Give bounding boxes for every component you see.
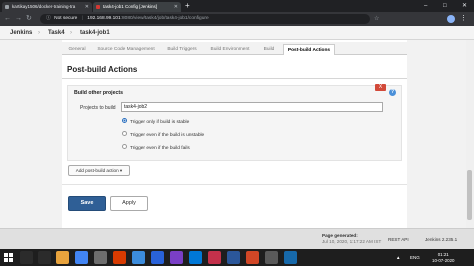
form-divider [62, 184, 407, 185]
minimize-button[interactable]: – [424, 0, 427, 12]
tab-post-build-actions[interactable]: Post-build Actions [283, 44, 335, 55]
page-generated-info: Page generated: Jul 10, 2020, 1:17:22 AM… [322, 233, 381, 245]
help-icon[interactable]: ? [389, 89, 396, 96]
word-icon[interactable] [227, 251, 240, 264]
browser-tab-title: task4-job1 Config [Jenkins] [103, 4, 158, 9]
maximize-button[interactable]: □ [443, 0, 447, 12]
page-scrollbar[interactable] [466, 40, 474, 228]
breadcrumb: Jenkins › Task4 › task4-job1 [0, 26, 474, 40]
remove-action-button[interactable]: X [375, 84, 386, 91]
vscode-icon[interactable] [189, 251, 202, 264]
browser-tab-strip: kartikay1506/docker-training-tra ✕ task4… [0, 0, 474, 12]
radio-trigger-fails[interactable]: Trigger even if the build fails [122, 144, 190, 153]
jenkins-favicon-icon [96, 5, 100, 9]
chrome-icon[interactable] [75, 251, 88, 264]
powerpoint-icon[interactable] [208, 251, 221, 264]
network-icon[interactable]: ▲ [396, 249, 400, 266]
section-divider [62, 78, 407, 79]
address-path: :8080/view/task4/job/task4-job1/configur… [120, 16, 209, 21]
address-host: 192.168.99.101 [87, 16, 121, 21]
virtualbox-icon[interactable] [284, 251, 297, 264]
tab-source-code-management[interactable]: Source Code Management [92, 44, 160, 55]
windows-start-icon[interactable] [4, 253, 13, 262]
tab-build-triggers[interactable]: Build Triggers [162, 44, 202, 55]
task-view-icon[interactable] [38, 251, 51, 264]
radio-trigger-unstable[interactable]: Trigger even if the build is unstable [122, 131, 205, 140]
system-clock[interactable]: 01:21 10-07-2020 [432, 252, 454, 264]
browser-tab-github[interactable]: kartikay1506/docker-training-tra ✕ [2, 2, 92, 12]
close-tab-icon[interactable]: ✕ [85, 2, 89, 12]
radio-button-checked[interactable] [122, 118, 127, 124]
photos-icon[interactable] [151, 251, 164, 264]
close-tab-icon[interactable]: ✕ [174, 2, 178, 12]
jenkins-footer: Page generated: Jul 10, 2020, 1:17:22 AM… [0, 228, 474, 249]
profile-avatar[interactable] [447, 15, 455, 23]
office-icon[interactable] [113, 251, 126, 264]
browser-toolbar: ← → ↻ ⓘ Not secure | 192.168.99.101:8080… [0, 12, 474, 26]
page-generated-time: Jul 10, 2020, 1:17:22 AM IST [322, 239, 382, 244]
mail-icon[interactable] [132, 251, 145, 264]
github-favicon-icon [5, 5, 9, 9]
scrollbar-thumb[interactable] [467, 170, 472, 220]
address-separator: | [81, 16, 83, 21]
radio-label: Trigger even if the build is unstable [130, 133, 205, 138]
windows-taskbar: ▲ ENG 01:21 10-07-2020 [0, 249, 474, 266]
info-icon: ⓘ [46, 16, 51, 21]
save-button[interactable]: Save [68, 196, 106, 211]
breadcrumb-task4-job1[interactable]: task4-job1 [80, 26, 110, 40]
breadcrumb-jenkins[interactable]: Jenkins [10, 26, 32, 40]
browser-menu-icon[interactable]: ⋮ [460, 12, 467, 26]
rest-api-link[interactable]: REST API [388, 237, 409, 242]
jenkins-page: General Source Code Management Build Tri… [0, 40, 474, 228]
config-form: General Source Code Management Build Tri… [62, 40, 407, 228]
build-other-projects-panel [67, 85, 402, 161]
action-title: Build other projects [74, 90, 123, 96]
projects-to-build-input[interactable] [121, 102, 383, 112]
file-explorer-icon[interactable] [56, 251, 69, 264]
bookmark-star-icon[interactable]: ☆ [374, 12, 379, 26]
radio-button[interactable] [122, 144, 127, 150]
tab-general[interactable]: General [64, 44, 90, 55]
onenote-icon[interactable] [170, 251, 183, 264]
radio-button[interactable] [122, 131, 127, 137]
address-bar[interactable]: ⓘ Not secure | 192.168.99.101:8080/view/… [40, 14, 370, 24]
reload-icon[interactable]: ↻ [26, 12, 32, 26]
forward-arrow-icon[interactable]: → [15, 12, 22, 26]
settings-icon[interactable] [265, 251, 278, 264]
store-icon[interactable] [246, 251, 259, 264]
radio-label: Trigger even if the build fails [130, 146, 190, 151]
tab-build-environment[interactable]: Build Environment [204, 44, 256, 55]
back-arrow-icon[interactable]: ← [4, 12, 11, 26]
security-label: Not secure [54, 16, 78, 21]
breadcrumb-task4[interactable]: Task4 [48, 26, 65, 40]
breadcrumb-separator: › [70, 30, 72, 36]
apply-button[interactable]: Apply [110, 196, 148, 211]
search-icon[interactable] [20, 251, 33, 264]
add-post-build-action-button[interactable]: Add post-build action ▾ [68, 165, 130, 176]
clock-date: 10-07-2020 [432, 258, 455, 263]
breadcrumb-separator: › [38, 30, 40, 36]
new-tab-button[interactable]: + [185, 1, 190, 11]
terminal-icon[interactable] [94, 251, 107, 264]
jenkins-version-link[interactable]: Jenkins 2.235.1 [425, 237, 457, 242]
projects-to-build-label: Projects to build [80, 105, 116, 111]
config-tab-bar: General Source Code Management Build Tri… [62, 42, 407, 55]
radio-trigger-stable[interactable]: Trigger only if build is stable [122, 118, 190, 127]
browser-tab-jenkins[interactable]: task4-job1 Config [Jenkins] ✕ [93, 2, 181, 12]
browser-tab-title: kartikay1506/docker-training-tra [12, 4, 76, 9]
radio-label: Trigger only if build is stable [130, 120, 190, 125]
section-title: Post-build Actions [67, 65, 138, 74]
language-indicator[interactable]: ENG [410, 249, 420, 266]
close-window-button[interactable]: ✕ [462, 0, 467, 12]
tab-build[interactable]: Build [258, 44, 280, 55]
